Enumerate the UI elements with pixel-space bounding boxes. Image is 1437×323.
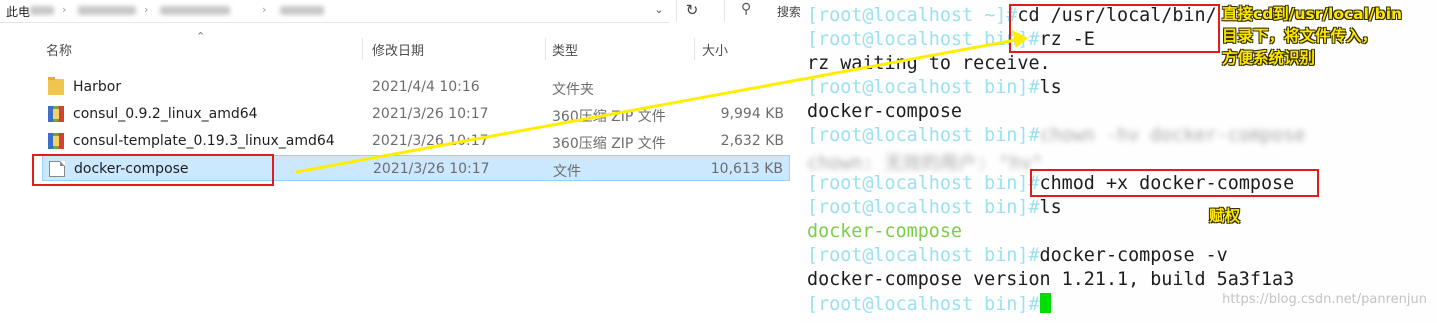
column-divider[interactable] (545, 38, 546, 60)
file-name: consul_0.9.2_linux_amd64 (73, 106, 258, 122)
breadcrumb-separator-icon: › (262, 3, 267, 16)
breadcrumb-blurred (280, 6, 324, 15)
file-date: 2021/3/26 10:17 (373, 161, 490, 177)
shell-command: ls (1039, 77, 1062, 98)
shell-prompt: [root@localhost ~]# (807, 5, 1018, 26)
terminal-output: chown: 无效的用户: "hv" (807, 149, 1043, 175)
file-date: 2021/3/26 10:17 (372, 133, 489, 149)
terminal-line: [root@localhost bin]#docker-compose -v (807, 245, 1228, 266)
shell-prompt: [root@localhost bin]# (807, 245, 1040, 266)
shell-prompt: [root@localhost bin]# (807, 77, 1040, 98)
column-type[interactable]: 类型 (552, 40, 578, 59)
terminal-line: [root@localhost bin]#ls (807, 197, 1062, 218)
terminal-cursor (1039, 293, 1051, 313)
search-input[interactable]: 搜索 (777, 3, 801, 20)
breadcrumb-blurred (78, 6, 136, 15)
terminal-line: [root@localhost bin]#chown -hv docker-co… (807, 125, 1305, 146)
terminal-output: rz waiting to receive. (807, 53, 1051, 74)
file-type: 360压缩 ZIP 文件 (552, 136, 666, 152)
file-date: 2021/4/4 10:16 (372, 79, 480, 95)
shell-prompt: [root@localhost bin]# (807, 29, 1040, 50)
column-date[interactable]: 修改日期 (372, 40, 424, 59)
address-bar[interactable]: 此电 › › › ⌄ (0, 0, 670, 23)
sort-ascending-icon: ⌃ (196, 30, 206, 43)
shell-command-blurred: chown -hv docker-compose (1039, 125, 1306, 146)
breadcrumb-separator-icon: › (144, 3, 149, 16)
shell-prompt: [root@localhost bin]# (807, 125, 1040, 146)
highlight-box-cd-rz (1009, 4, 1220, 53)
column-divider[interactable] (694, 38, 695, 60)
terminal-line: [root@localhost bin]#ls (807, 77, 1062, 98)
terminal-output: docker-compose (807, 101, 963, 122)
column-size[interactable]: 大小 (702, 40, 728, 59)
terminal-output-executable: docker-compose (807, 221, 963, 242)
refresh-icon[interactable]: ↻ (676, 0, 707, 22)
file-name: Harbor (73, 79, 122, 95)
file-type: 360压缩 ZIP 文件 (552, 109, 666, 125)
terminal-line: [root@localhost bin]# (807, 293, 1051, 315)
chevron-down-icon[interactable]: ⌄ (648, 0, 670, 22)
file-name: consul-template_0.19.3_linux_amd64 (73, 133, 335, 149)
highlight-box-chmod (1030, 169, 1319, 197)
file-row-consul[interactable]: consul_0.9.2_linux_amd64 2021/3/26 10:17… (42, 101, 790, 127)
column-header: ⌃ 名称 修改日期 类型 大小 (0, 30, 800, 60)
zip-archive-icon (48, 106, 64, 122)
search-box[interactable]: ⚲ 搜索 (724, 0, 805, 22)
terminal-output-blurred: chown: 无效的用户: "hv" (807, 153, 1043, 174)
annotation-note-chmod: 赋权 (1209, 207, 1241, 225)
search-icon: ⚲ (741, 1, 752, 17)
shell-prompt: [root@localhost bin]# (807, 173, 1040, 194)
file-size: 9,994 KB (720, 106, 784, 122)
column-divider[interactable] (362, 38, 363, 60)
folder-icon (48, 77, 64, 95)
annotation-line: 直接cd到/usr/local/bin (1222, 5, 1403, 23)
shell-command: ls (1039, 197, 1062, 218)
column-name[interactable]: 名称 (46, 40, 72, 59)
file-size: 2,632 KB (720, 133, 784, 149)
shell-prompt: [root@localhost bin]# (807, 197, 1040, 218)
terminal-output: docker-compose version 1.21.1, build 5a3… (807, 269, 1295, 290)
file-date: 2021/3/26 10:17 (372, 106, 489, 122)
file-size: 10,613 KB (710, 161, 783, 177)
annotation-line: 目录下，将文件传入， (1222, 27, 1378, 45)
breadcrumb-blurred (30, 6, 54, 15)
shell-prompt: [root@localhost bin]# (807, 294, 1040, 315)
breadcrumb-root[interactable]: 此电 (6, 3, 30, 20)
file-row-harbor[interactable]: Harbor 2021/4/4 10:16 文件夹 (42, 74, 790, 100)
file-type: 文件 (553, 164, 581, 180)
file-type: 文件夹 (552, 82, 594, 98)
shell-command: docker-compose -v (1039, 245, 1228, 266)
highlight-box-docker-compose-file (32, 154, 274, 186)
annotation-line: 方便系统识别 (1222, 49, 1316, 67)
zip-archive-icon (48, 133, 64, 149)
watermark: https://blog.csdn.net/panrenjun (1222, 292, 1427, 307)
breadcrumb-blurred (160, 6, 230, 15)
breadcrumb-separator-icon: › (62, 3, 67, 16)
annotation-note-cd: 直接cd到/usr/local/bin 目录下，将文件传入， 方便系统识别 (1222, 3, 1402, 69)
file-row-consul-template[interactable]: consul-template_0.19.3_linux_amd64 2021/… (42, 128, 790, 154)
